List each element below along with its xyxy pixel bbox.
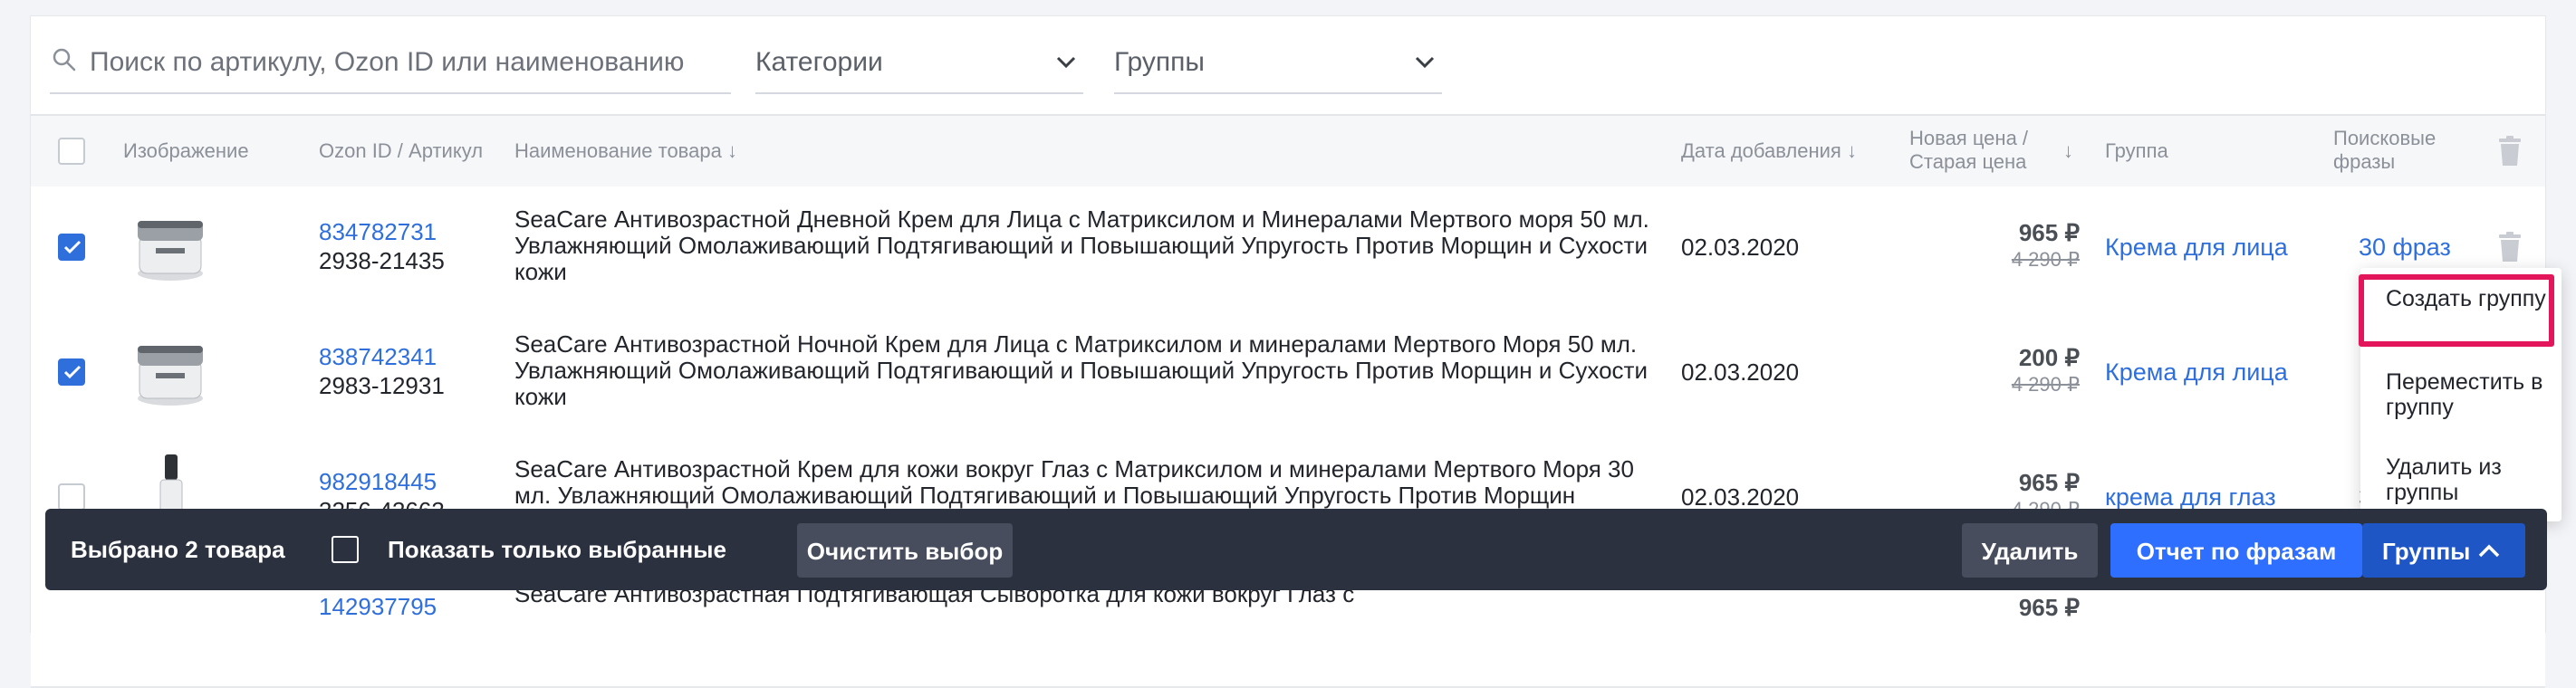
group-link[interactable]: крема для глаз <box>2105 483 2276 511</box>
old-price: 4 290 ₽ <box>2011 373 2080 396</box>
date-added: 02.03.2020 <box>1681 483 1800 511</box>
ozon-id-link[interactable]: 142937795 <box>319 592 437 621</box>
column-group: Группа <box>2105 139 2168 162</box>
product-name: SeaCare Антивозрастной Дневной Крем для … <box>514 205 1649 285</box>
new-price: 965 ₽ <box>2018 219 2080 246</box>
column-date[interactable]: Дата добавления ↓ <box>1681 139 1857 163</box>
product-thumbnail <box>138 346 203 406</box>
product-name: SeaCare Антивозрастной Ночной Крем для Л… <box>514 330 1648 410</box>
categories-label: Категории <box>755 47 883 77</box>
new-price: 965 ₽ <box>2018 594 2080 621</box>
column-phrases-line1: Поисковые <box>2333 127 2437 149</box>
column-phrases-line2: фразы <box>2333 150 2396 173</box>
column-price-line1: Новая цена / <box>1909 127 2029 149</box>
phrases-link[interactable]: 30 фраз <box>2359 234 2451 262</box>
old-price: 4 290 ₽ <box>2011 248 2080 271</box>
product-thumbnail <box>138 221 203 281</box>
delete-button[interactable]: Удалить <box>1962 523 2098 578</box>
highlight-frame <box>2359 274 2554 347</box>
menu-item-remove-from-group[interactable]: Удалить из группы <box>2386 454 2549 505</box>
price-sort-arrow[interactable]: ↓ <box>2063 139 2073 163</box>
sku-text: 2938-21435 <box>319 247 445 274</box>
trash-icon[interactable] <box>2498 136 2522 167</box>
group-link[interactable]: Крема для лица <box>2105 358 2288 387</box>
table-header: Изображение Ozon ID / Артикул Наименован… <box>31 114 2545 188</box>
menu-item-move-to-group[interactable]: Переместить в группу <box>2386 369 2549 420</box>
row-checkbox[interactable] <box>58 358 85 386</box>
categories-select[interactable]: Категории <box>755 40 1083 94</box>
date-added: 02.03.2020 <box>1681 358 1800 386</box>
column-id[interactable]: Ozon ID / Артикул <box>319 139 483 163</box>
date-added: 02.03.2020 <box>1681 234 1800 261</box>
groups-label: Группы <box>1114 47 1205 77</box>
clear-selection-button[interactable]: Очистить выбор <box>797 523 1013 578</box>
groups-button[interactable]: Группы <box>2362 523 2525 578</box>
search-field[interactable] <box>50 40 731 94</box>
sku-text: 2983-12931 <box>319 372 445 399</box>
chevron-up-icon <box>2478 544 2500 558</box>
select-all-checkbox[interactable] <box>58 138 85 165</box>
column-name[interactable]: Наименование товара ↓ <box>514 139 737 163</box>
group-link[interactable]: Крема для лица <box>2105 234 2288 262</box>
bulk-action-bar: Выбрано 2 товара Показать только выбранн… <box>45 509 2547 590</box>
row-checkbox[interactable] <box>58 483 85 511</box>
table-row[interactable]: 834782731 2938-21435 SeaCare Антивозраст… <box>31 186 2545 313</box>
ozon-id-link[interactable]: 982918445 <box>319 467 437 496</box>
new-price: 200 ₽ <box>2018 344 2080 371</box>
chevron-down-icon <box>1415 56 1435 69</box>
chevron-down-icon <box>1056 56 1076 69</box>
check-icon <box>63 365 82 379</box>
check-icon <box>63 240 82 254</box>
search-input[interactable] <box>90 43 724 81</box>
show-selected-label[interactable]: Показать только выбранные <box>388 536 726 564</box>
phrases-report-button[interactable]: Отчет по фразам <box>2110 523 2362 578</box>
column-phrases: Поисковые фразы <box>2333 127 2436 174</box>
show-selected-checkbox[interactable] <box>332 536 359 563</box>
trash-icon[interactable] <box>2498 232 2522 263</box>
ozon-id-link[interactable]: 834782731 <box>319 217 437 246</box>
selected-count: Выбрано 2 товара <box>71 536 285 563</box>
column-price[interactable]: Новая цена / Старая цена <box>1909 127 2028 174</box>
new-price: 965 ₽ <box>2018 469 2080 496</box>
product-name: SeaCare Антивозрастной Крем для кожи вок… <box>514 455 1634 509</box>
groups-button-label: Группы <box>2382 538 2471 565</box>
ozon-id-link[interactable]: 838742341 <box>319 342 437 371</box>
column-image: Изображение <box>123 139 249 162</box>
table-row[interactable]: 838742341 2983-12931 SeaCare Антивозраст… <box>31 311 2545 438</box>
column-price-line2: Старая цена <box>1909 150 2027 173</box>
row-checkbox[interactable] <box>58 234 85 261</box>
groups-select[interactable]: Группы <box>1114 40 1442 94</box>
search-icon <box>53 48 76 72</box>
